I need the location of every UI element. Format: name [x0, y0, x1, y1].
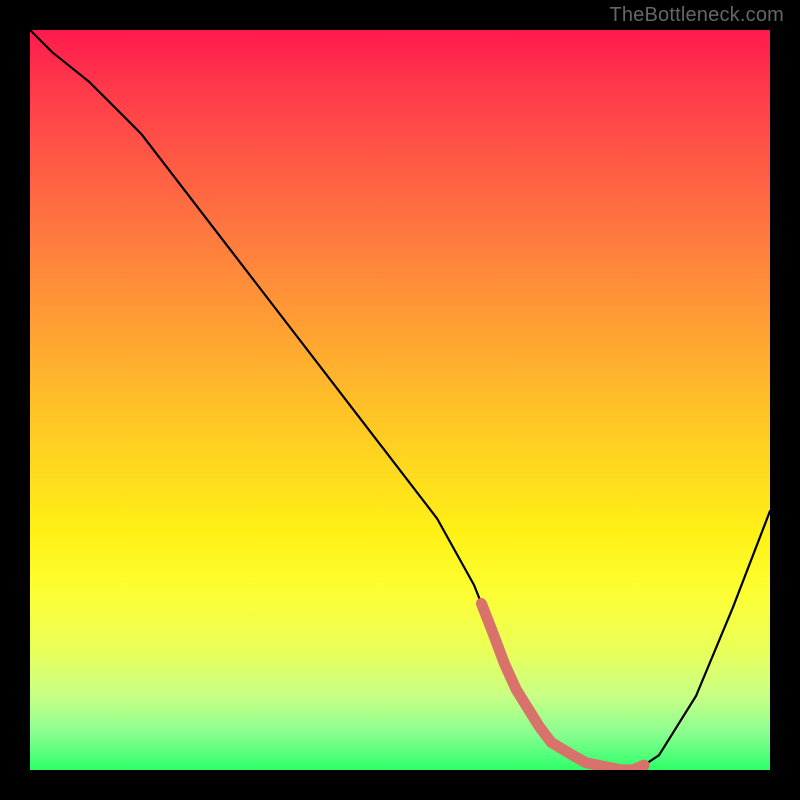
plot-area — [30, 30, 770, 770]
chart-svg — [30, 30, 770, 770]
watermark-text: TheBottleneck.com — [609, 4, 784, 27]
bottleneck-curve — [30, 30, 770, 770]
optimal-range-highlight — [481, 604, 644, 771]
chart-frame: TheBottleneck.com — [0, 0, 800, 800]
